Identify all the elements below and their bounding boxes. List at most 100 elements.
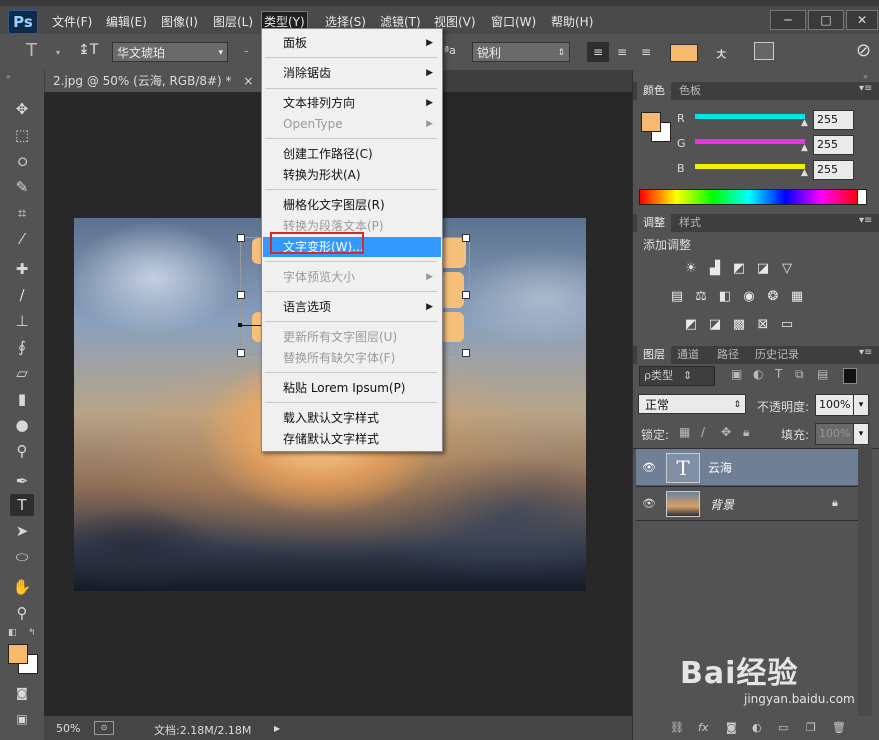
levels-icon[interactable]: ▟ xyxy=(707,262,723,276)
blend-mode-select[interactable]: 正常 ⇕ xyxy=(638,394,746,414)
color-spectrum-white[interactable] xyxy=(857,189,867,205)
layer-row-text[interactable]: 👁︎ T 云海 xyxy=(636,449,858,485)
invert-icon[interactable]: ◩ xyxy=(683,318,699,332)
exposure-icon[interactable]: ◪ xyxy=(755,262,771,276)
tab-channels[interactable]: 通道 xyxy=(671,346,705,364)
layer-filter-select[interactable]: ρ类型 ⇕ xyxy=(639,366,715,386)
layer-row-background[interactable]: 👁︎ 背景 🔒︎ xyxy=(636,487,858,523)
lock-transparent-icon[interactable]: ▦ xyxy=(679,425,690,439)
type-menu-item[interactable]: OpenType ▶ xyxy=(263,114,441,134)
channel-g-value[interactable]: 255 xyxy=(813,135,854,155)
type-menu-item[interactable]: 字体预览大小 ▶ xyxy=(263,267,441,287)
font-family-select[interactable]: 华文琥珀 ▾ xyxy=(112,42,228,62)
expand-arrow-icon[interactable]: ▶ xyxy=(274,724,280,733)
link-icon[interactable]: ⛓ xyxy=(670,721,684,734)
tab-adjustments[interactable]: 调整 xyxy=(637,214,671,232)
text-color-swatch[interactable] xyxy=(670,44,698,62)
history-brush-tool-icon[interactable]: ∮ xyxy=(10,336,34,358)
warp-text-icon[interactable]: ㅊ xyxy=(714,41,729,65)
type-menu-item[interactable]: 粘贴 Lorem Ipsum(P) xyxy=(263,378,441,398)
type-menu-item[interactable]: 语言选项 ▶ xyxy=(263,297,441,317)
menu-window[interactable]: 窗口(W) xyxy=(489,12,538,32)
antialias-select[interactable]: 锐利 ⇕ xyxy=(472,42,570,62)
maximize-button[interactable]: □ xyxy=(808,10,844,30)
pen-tool-icon[interactable]: ✒ xyxy=(10,470,34,492)
menu-help[interactable]: 帮助(H) xyxy=(549,12,595,32)
status-toggle-icon[interactable]: ⊙ xyxy=(94,721,114,735)
threshold-icon[interactable]: ▩ xyxy=(731,318,747,332)
crop-tool-icon[interactable]: ⌗ xyxy=(10,202,34,224)
text-orientation-icon[interactable]: ↨T xyxy=(78,42,98,58)
default-colors-icon[interactable]: ◧ xyxy=(8,628,17,638)
filter-type-icon[interactable]: T xyxy=(775,367,782,381)
layers-scrollbar[interactable] xyxy=(858,446,872,716)
menu-file[interactable]: 文件(F) xyxy=(50,12,94,32)
chevron-down-icon[interactable]: ▾ xyxy=(853,423,869,445)
visibility-eye-icon[interactable]: 👁︎ xyxy=(642,497,656,510)
selective-color-icon[interactable]: ⊠ xyxy=(755,318,771,332)
color-spectrum-bar[interactable] xyxy=(639,189,859,205)
type-menu-item[interactable]: 转换为形状(A) xyxy=(263,165,441,185)
panel-menu-icon[interactable]: ▾≡ xyxy=(859,347,872,358)
tab-layers[interactable]: 图层 xyxy=(637,346,671,364)
hand-tool-icon[interactable]: ✋ xyxy=(10,576,34,598)
tab-swatches[interactable]: 色板 xyxy=(673,82,707,100)
folder-icon[interactable]: ▭ xyxy=(778,721,788,734)
filter-toggle[interactable] xyxy=(843,368,857,384)
lasso-tool-icon[interactable]: ഠ xyxy=(10,150,34,172)
fill-value[interactable]: 100% xyxy=(815,423,854,445)
transform-handle[interactable] xyxy=(462,349,470,357)
gradient-tool-icon[interactable]: ▮ xyxy=(10,388,34,410)
quick-select-tool-icon[interactable]: ✎ xyxy=(10,176,34,198)
tab-styles[interactable]: 样式 xyxy=(673,214,707,232)
posterize-icon[interactable]: ◪ xyxy=(707,318,723,332)
screen-mode-icon[interactable]: ▣ xyxy=(10,708,34,730)
character-panel-icon[interactable] xyxy=(754,42,774,60)
slider-thumb-icon[interactable]: ▲ xyxy=(801,118,808,128)
type-menu-item[interactable]: 替换所有缺欠字体(F) xyxy=(263,348,441,368)
brightness-icon[interactable]: ☀ xyxy=(683,262,699,276)
chevron-down-icon[interactable]: ▾ xyxy=(853,394,869,416)
channel-r-slider[interactable] xyxy=(695,114,805,119)
hue-saturation-icon[interactable]: ▤ xyxy=(669,290,685,304)
vibrance-icon[interactable]: ▽ xyxy=(779,262,795,276)
channel-mixer-icon[interactable]: ❂ xyxy=(765,290,781,304)
visibility-eye-icon[interactable]: 👁︎ xyxy=(642,461,656,474)
color-panel-foreground-swatch[interactable] xyxy=(641,112,661,132)
font-style-select[interactable]: - xyxy=(244,44,248,58)
layer-name[interactable]: 云海 xyxy=(708,459,732,476)
type-tool-icon[interactable]: T xyxy=(10,494,34,516)
type-menu-item[interactable]: 消除锯齿 ▶ xyxy=(263,63,441,83)
fx-icon[interactable]: fx xyxy=(698,721,708,734)
zoom-level[interactable]: 50% xyxy=(56,722,80,735)
foreground-color-swatch[interactable] xyxy=(8,644,28,664)
cancel-icon[interactable]: ⊘ xyxy=(856,40,871,61)
transform-handle[interactable] xyxy=(462,291,470,299)
black-white-icon[interactable]: ◧ xyxy=(717,290,733,304)
document-tab[interactable]: 2.jpg @ 50% (云海, RGB/8#) * × xyxy=(45,70,262,92)
align-center-icon[interactable]: ≡ xyxy=(612,42,632,62)
align-left-icon[interactable]: ≡ xyxy=(587,42,609,62)
close-button[interactable]: ✕ xyxy=(846,10,878,30)
tab-paths[interactable]: 路径 xyxy=(711,346,745,364)
curves-icon[interactable]: ◩ xyxy=(731,262,747,276)
menu-image[interactable]: 图像(I) xyxy=(159,12,200,32)
trash-icon[interactable]: 🗑︎ xyxy=(832,721,846,734)
collapse-panels-icon[interactable]: » xyxy=(863,72,868,81)
transform-handle[interactable] xyxy=(462,234,470,242)
menu-layer[interactable]: 图层(L) xyxy=(211,12,255,32)
panel-menu-icon[interactable]: ▾≡ xyxy=(859,83,872,94)
healing-brush-tool-icon[interactable]: ✚ xyxy=(10,258,34,280)
type-menu-item[interactable]: 更新所有文字图层(U) xyxy=(263,327,441,347)
type-menu-item[interactable]: 载入默认文字样式 xyxy=(263,408,441,428)
slider-thumb-icon[interactable]: ▲ xyxy=(801,168,808,178)
channel-r-value[interactable]: 255 xyxy=(813,110,854,130)
filter-pixel-icon[interactable]: ▣ xyxy=(731,367,742,381)
dodge-tool-icon[interactable]: ⚲ xyxy=(10,440,34,462)
type-tool-preset-icon[interactable]: T xyxy=(26,40,37,61)
menu-edit[interactable]: 编辑(E) xyxy=(104,12,149,32)
type-menu-item[interactable]: 存储默认文字样式 xyxy=(263,429,441,449)
opacity-value[interactable]: 100% xyxy=(815,394,854,416)
filter-shape-icon[interactable]: ⧉ xyxy=(795,367,804,382)
quick-mask-icon[interactable]: ◙ xyxy=(10,682,34,704)
